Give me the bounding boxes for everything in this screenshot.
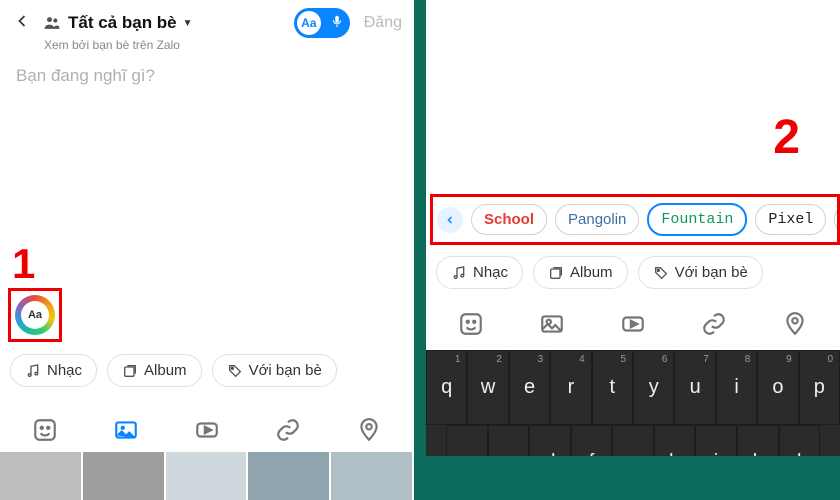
keyboard-row-1: q1w2e3r4t5y6u7i8o9p0 — [426, 350, 840, 425]
location-button[interactable] — [779, 308, 811, 340]
audience-title: Tất cả bạn bè — [68, 13, 177, 33]
back-button[interactable] — [12, 11, 32, 36]
annotation-marker-2: 2 — [773, 110, 800, 165]
with-friends-chip[interactable]: Với bạn bè — [638, 256, 763, 289]
key-o[interactable]: o9 — [757, 350, 798, 425]
text-style-toggle[interactable]: Aa — [294, 8, 350, 38]
photo-button[interactable] — [110, 414, 142, 446]
bottom-toolbar — [0, 406, 414, 454]
post-button[interactable]: Đăng — [364, 14, 402, 32]
album-icon — [122, 363, 138, 379]
annotation-highlight-1: Aa — [8, 288, 62, 342]
text-style-button[interactable]: Aa — [15, 295, 55, 335]
album-chip[interactable]: Album — [107, 354, 202, 387]
key-u[interactable]: u7 — [674, 350, 715, 425]
crop-edge — [426, 456, 840, 500]
album-label: Album — [144, 362, 187, 379]
link-button[interactable] — [698, 308, 730, 340]
key-w[interactable]: w2 — [467, 350, 508, 425]
photo-thumbnails — [0, 452, 414, 500]
music-icon — [451, 265, 467, 281]
album-icon — [548, 265, 564, 281]
link-button[interactable] — [272, 414, 304, 446]
with-friends-label: Với bạn bè — [675, 264, 748, 281]
thumbnail[interactable] — [248, 452, 331, 500]
key-y[interactable]: y6 — [633, 350, 674, 425]
mic-icon — [330, 14, 344, 33]
audience-selector[interactable]: Tất cả bạn bè ▼ — [42, 13, 193, 33]
thumbnail[interactable] — [331, 452, 414, 500]
with-friends-label: Với bạn bè — [249, 362, 322, 379]
composer-placeholder[interactable]: Bạn đang nghĩ gì? — [0, 52, 414, 100]
location-button[interactable] — [353, 414, 385, 446]
music-label: Nhạc — [47, 362, 82, 379]
photo-button[interactable] — [536, 308, 568, 340]
key-p[interactable]: p0 — [799, 350, 840, 425]
annotation-highlight-2: School Pangolin Fountain Pixel Vintage — [430, 194, 840, 245]
friends-icon — [42, 13, 62, 33]
music-icon — [25, 363, 41, 379]
font-chip-pangolin[interactable]: Pangolin — [555, 204, 639, 235]
caret-down-icon: ▼ — [183, 18, 193, 29]
music-label: Nhạc — [473, 264, 508, 281]
aa-badge-label: Aa — [21, 301, 49, 329]
music-chip[interactable]: Nhạc — [10, 354, 97, 387]
bottom-toolbar — [426, 300, 840, 348]
sticker-button[interactable] — [29, 414, 61, 446]
thumbnail[interactable] — [0, 452, 83, 500]
sticker-button[interactable] — [455, 308, 487, 340]
attachment-chips: Nhạc Album Với bạn bè — [436, 256, 763, 289]
thumbnail[interactable] — [83, 452, 166, 500]
album-chip[interactable]: Album — [533, 256, 628, 289]
keyboard[interactable]: q1w2e3r4t5y6u7i8o9p0 asdfghjkl — [426, 350, 840, 500]
album-label: Album — [570, 264, 613, 281]
music-chip[interactable]: Nhạc — [436, 256, 523, 289]
key-r[interactable]: r4 — [550, 350, 591, 425]
font-chip-pixel[interactable]: Pixel — [755, 204, 826, 235]
font-chip-school[interactable]: School — [471, 204, 547, 235]
font-row-back-button[interactable] — [437, 207, 463, 233]
header: Tất cả bạn bè ▼ Aa Đăng — [0, 0, 414, 40]
video-button[interactable] — [617, 308, 649, 340]
tag-icon — [227, 363, 243, 379]
tag-icon — [653, 265, 669, 281]
key-i[interactable]: i8 — [716, 350, 757, 425]
with-friends-chip[interactable]: Với bạn bè — [212, 354, 337, 387]
video-button[interactable] — [191, 414, 223, 446]
attachment-chips: Nhạc Album Với bạn bè — [10, 354, 337, 387]
compose-screen: Tất cả bạn bè ▼ Aa Đăng Xem bởi bạn bè t… — [0, 0, 414, 500]
font-picker-screen: 2 School Pangolin Fountain Pixel Vintage… — [426, 0, 840, 500]
annotation-marker-1: 1 — [12, 240, 35, 288]
key-t[interactable]: t5 — [592, 350, 633, 425]
key-q[interactable]: q1 — [426, 350, 467, 425]
thumbnail[interactable] — [166, 452, 249, 500]
font-chip-fountain[interactable]: Fountain — [647, 203, 747, 236]
audience-subtitle: Xem bởi bạn bè trên Zalo — [0, 38, 414, 52]
font-chip-vintage[interactable]: Vintage — [834, 204, 840, 235]
toggle-aa-label: Aa — [297, 11, 321, 35]
key-e[interactable]: e3 — [509, 350, 550, 425]
